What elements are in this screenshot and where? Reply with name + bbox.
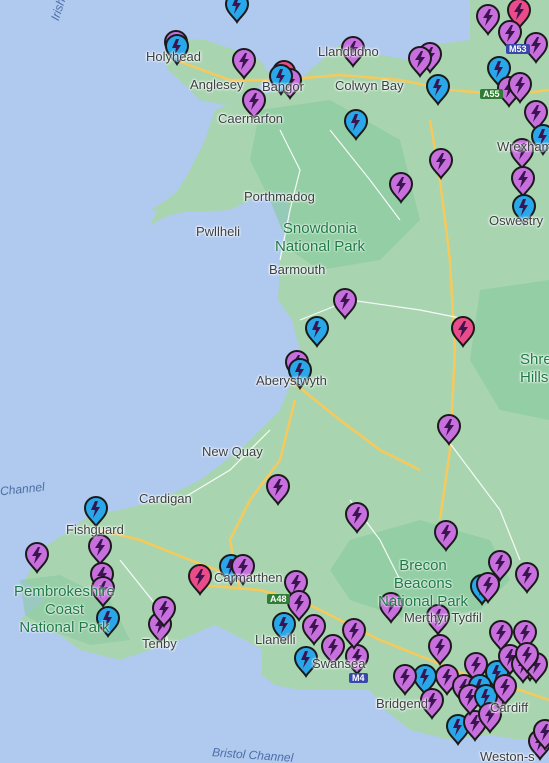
town-label-wrexham: Wrexham	[497, 139, 549, 154]
town-label-colwyn-bay: Colwyn Bay	[335, 78, 404, 93]
snowdonia-park-label: Snowdonia National Park	[275, 220, 366, 255]
town-label-llanelli: Llanelli	[255, 632, 296, 647]
town-label-bridgend: Bridgend	[376, 696, 429, 711]
town-label-cardigan: Cardigan	[139, 491, 192, 506]
road-shield-m53: M53	[506, 44, 530, 54]
brecon-park-label: Brecon Beacons National Park	[378, 557, 469, 610]
town-label-carmarthen: Carmarthen	[214, 570, 283, 585]
road-shield-a55: A55	[480, 89, 503, 99]
town-label-hills: Hills	[520, 369, 549, 386]
town-label-oswestry: Oswestry	[489, 213, 544, 228]
town-label-llandudno: Llandudno	[318, 44, 379, 59]
town-label-anglesey: Anglesey	[190, 77, 244, 92]
town-label-porthmadog: Porthmadog	[244, 189, 315, 204]
road-shield-m4: M4	[349, 673, 368, 683]
town-label-pwllheli: Pwllheli	[196, 224, 241, 239]
road-shield-a48: A48	[267, 594, 290, 604]
town-label-weston: Weston-s	[480, 749, 535, 763]
town-label-barmouth: Barmouth	[269, 262, 326, 277]
town-label-bangor: Bangor	[262, 79, 304, 94]
town-label-tenby: Tenby	[142, 636, 177, 651]
town-label-merthyr-tydfil: Merthyr Tydfil	[404, 610, 482, 625]
town-label-new-quay: New Quay	[202, 444, 263, 459]
town-label-swansea: Swansea	[312, 656, 366, 671]
map-canvas[interactable]: Irish Sea Channel Bristol Channel Snowdo…	[0, 0, 549, 763]
town-label-holyhead: Holyhead	[146, 49, 201, 64]
town-label-caernarfon: Caernarfon	[218, 111, 284, 126]
town-label-shrewsbury: Shre	[520, 351, 549, 368]
town-label-fishguard: Fishguard	[66, 522, 124, 537]
pembrokeshire-park-label: Pembrokeshire Coast National Park	[14, 583, 115, 636]
town-label-aberystwyth: Aberystwyth	[256, 373, 327, 388]
town-label-cardiff: Cardiff	[490, 700, 529, 715]
